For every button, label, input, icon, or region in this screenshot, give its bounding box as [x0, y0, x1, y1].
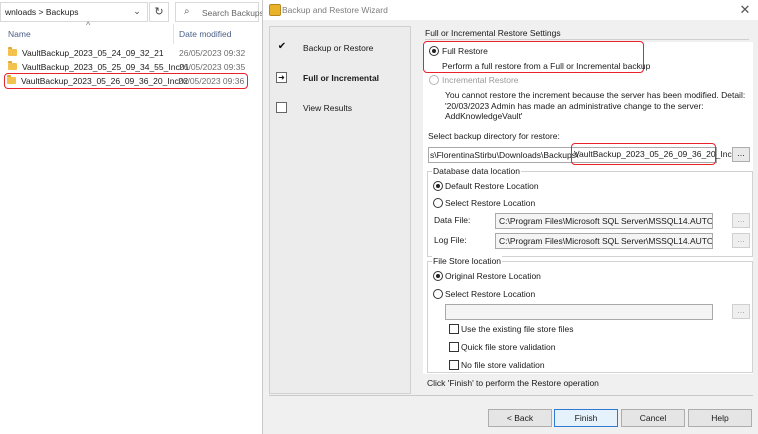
- step-backup-or-restore: Backup or Restore: [303, 43, 374, 53]
- data-file-value: C:\Program Files\Microsoft SQL Server\MS…: [499, 216, 713, 226]
- search-input[interactable]: Search Backups: [202, 8, 264, 18]
- full-restore-description: Perform a full restore from a Full or In…: [442, 61, 651, 71]
- log-file-label: Log File:: [434, 235, 467, 245]
- quick-validation-label[interactable]: Quick file store validation: [461, 342, 556, 352]
- db-default-location-label[interactable]: Default Restore Location: [445, 181, 539, 191]
- wizard-steps-panel: ✔ Backup or Restore ➜ Full or Incrementa…: [269, 26, 411, 394]
- use-existing-files-checkbox[interactable]: [449, 324, 459, 334]
- panel-title-divider: [425, 39, 749, 40]
- incremental-warning-text: You cannot restore the increment because…: [445, 90, 746, 121]
- backup-dir-highlight: VaultBackup_2023_05_26_09_36_20_Inc02: [571, 143, 741, 165]
- data-file-label: Data File:: [434, 215, 471, 225]
- file-name: VaultBackup_2023_05_24_09_32_21: [22, 48, 164, 58]
- finish-button[interactable]: Finish: [554, 409, 618, 427]
- file-row-selected[interactable]: VaultBackup_2023_05_26_09_36_20_Inc02 26…: [4, 73, 248, 89]
- file-name: VaultBackup_2023_05_26_09_36_20_Inc02: [21, 76, 189, 86]
- file-explorer-pane: wnloads > Backups ⌄ ↻ ⌕ Search Backups ^…: [0, 0, 264, 434]
- address-text: wnloads > Backups: [5, 7, 79, 17]
- file-date: 26/05/2023 09:32: [179, 48, 246, 58]
- fs-original-location-label[interactable]: Original Restore Location: [445, 271, 541, 281]
- file-date: 26/05/2023 09:35: [179, 62, 246, 72]
- vault-app-icon: [269, 4, 281, 16]
- no-validation-label[interactable]: No file store validation: [461, 360, 545, 370]
- chevron-down-icon[interactable]: ⌄: [131, 6, 143, 18]
- fs-select-location-label[interactable]: Select Restore Location: [445, 289, 535, 299]
- file-name: VaultBackup_2023_05_25_09_34_55_Inc01: [22, 62, 190, 72]
- cancel-button[interactable]: Cancel: [621, 409, 685, 427]
- db-default-location-radio[interactable]: [433, 181, 443, 191]
- arrow-right-icon: ➜: [276, 72, 287, 83]
- log-file-value: C:\Program Files\Microsoft SQL Server\MS…: [499, 236, 713, 246]
- window-title: Backup and Restore Wizard: [282, 5, 388, 15]
- browse-data-file-button[interactable]: ...: [732, 213, 750, 228]
- incremental-restore-radio[interactable]: [429, 75, 439, 85]
- data-file-field[interactable]: C:\Program Files\Microsoft SQL Server\MS…: [495, 213, 713, 229]
- footer-divider: [269, 395, 753, 396]
- checkmark-icon: ✔: [277, 41, 287, 52]
- address-bar[interactable]: wnloads > Backups ⌄: [0, 2, 148, 22]
- no-validation-checkbox[interactable]: [449, 360, 459, 370]
- file-store-group-label: File Store location: [432, 256, 503, 266]
- incremental-restore-label: Incremental Restore: [442, 75, 519, 85]
- finish-hint-text: Click 'Finish' to perform the Restore op…: [427, 378, 599, 388]
- backup-dir-label: Select backup directory for restore:: [428, 131, 560, 141]
- browse-fs-path-button[interactable]: ...: [732, 304, 750, 319]
- backup-dir-folder: VaultBackup_2023_05_26_09_36_20_Inc02: [574, 149, 742, 159]
- step-full-or-incremental: Full or Incremental: [303, 73, 380, 83]
- close-icon[interactable]: ✕: [737, 2, 753, 18]
- fs-original-location-radio[interactable]: [433, 271, 443, 281]
- fs-select-location-radio[interactable]: [433, 289, 443, 299]
- db-select-location-radio[interactable]: [433, 198, 443, 208]
- backup-dir-path: s\FlorentinaStirbu\Downloads\Backups\: [430, 150, 579, 160]
- title-bar: Backup and Restore Wizard ✕: [263, 0, 758, 20]
- full-restore-radio[interactable]: [429, 46, 439, 56]
- db-select-location-label[interactable]: Select Restore Location: [445, 198, 535, 208]
- browse-log-file-button[interactable]: ...: [732, 233, 750, 248]
- folder-icon: [7, 75, 16, 84]
- help-button[interactable]: Help: [688, 409, 752, 427]
- checkbox-icon: [276, 102, 287, 113]
- full-restore-label[interactable]: Full Restore: [442, 46, 488, 56]
- search-box[interactable]: ⌕ Search Backups: [175, 2, 264, 22]
- folder-icon: [8, 47, 17, 56]
- back-button[interactable]: < Back: [488, 409, 552, 427]
- quick-validation-checkbox[interactable]: [449, 342, 459, 352]
- database-group-label: Database data location: [432, 166, 521, 176]
- settings-scroll-area[interactable]: Full Restore Perform a full restore from…: [423, 41, 753, 374]
- browse-backup-dir-button[interactable]: ...: [732, 147, 750, 162]
- step-view-results: View Results: [303, 103, 352, 113]
- fs-path-field[interactable]: [445, 304, 713, 320]
- panel-title: Full or Incremental Restore Settings: [425, 28, 561, 38]
- column-header-date[interactable]: Date modified: [179, 29, 231, 39]
- sort-up-icon: ^: [86, 20, 91, 30]
- log-file-field[interactable]: C:\Program Files\Microsoft SQL Server\MS…: [495, 233, 713, 249]
- search-icon: ⌕: [184, 6, 190, 17]
- file-date: 26/05/2023 09:36: [178, 76, 245, 86]
- use-existing-files-label[interactable]: Use the existing file store files: [461, 324, 573, 334]
- refresh-icon[interactable]: ↻: [149, 2, 169, 22]
- backup-restore-wizard: Backup and Restore Wizard ✕ ✔ Backup or …: [262, 0, 758, 434]
- column-header-name[interactable]: Name: [8, 29, 31, 39]
- folder-icon: [8, 61, 17, 70]
- file-row[interactable]: VaultBackup_2023_05_24_09_32_21 26/05/20…: [4, 47, 260, 61]
- column-divider[interactable]: [173, 24, 174, 44]
